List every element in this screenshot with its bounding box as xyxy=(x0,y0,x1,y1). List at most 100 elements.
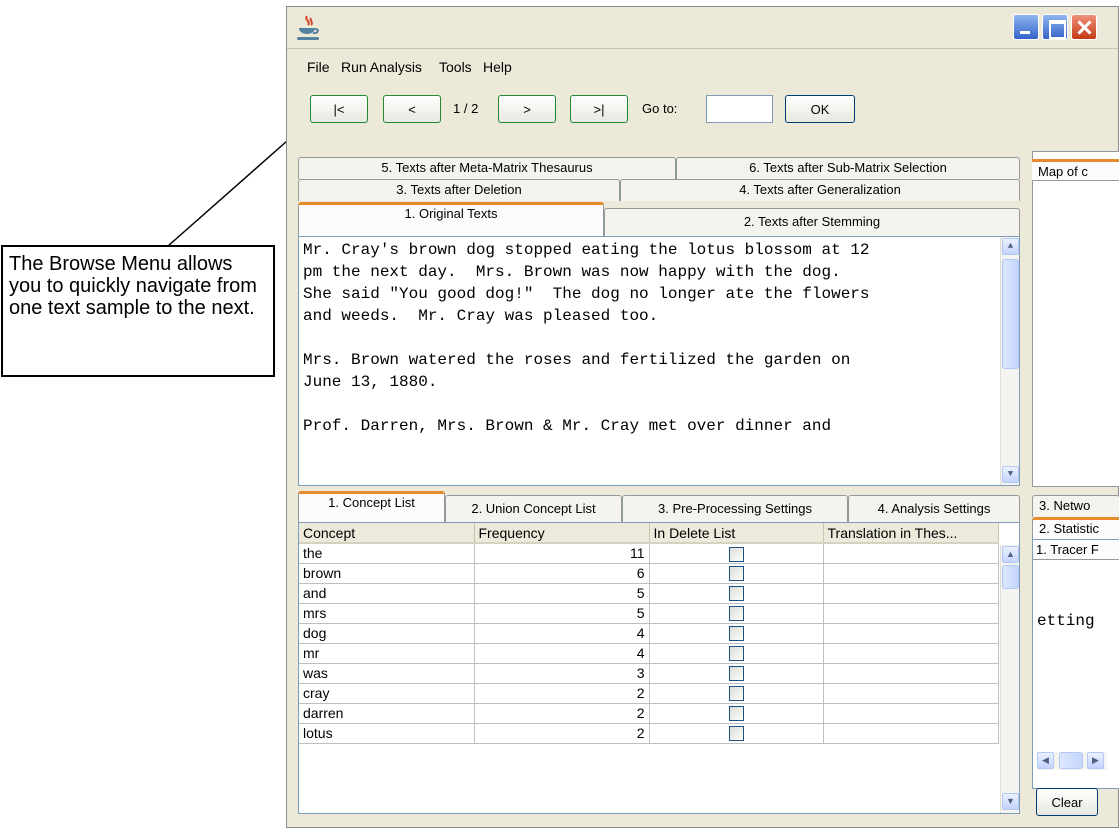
translation-cell[interactable] xyxy=(823,583,999,604)
text-line xyxy=(303,393,1019,415)
concept-table: Concept Frequency In Delete List Transla… xyxy=(299,523,999,744)
tab-network[interactable]: 3. Netwo xyxy=(1032,495,1119,517)
text-tab-row-1: 5. Texts after Meta-Matrix Thesaurus 6. … xyxy=(298,157,1020,179)
delete-checkbox[interactable] xyxy=(728,626,744,642)
original-text-area[interactable]: Mr. Cray's brown dog stopped eating the … xyxy=(298,236,1020,486)
scroll-up-icon[interactable]: ▲ xyxy=(1002,238,1019,255)
delete-checkbox[interactable] xyxy=(728,546,744,562)
concept-cell: cray xyxy=(299,683,475,704)
delete-checkbox[interactable] xyxy=(728,666,744,682)
goto-input[interactable] xyxy=(706,95,773,123)
tab-pre-processing-settings[interactable]: 3. Pre-Processing Settings xyxy=(622,495,848,522)
delete-checkbox-cell xyxy=(649,583,824,604)
last-page-button[interactable]: >| xyxy=(570,95,628,123)
tab-analysis-settings[interactable]: 4. Analysis Settings xyxy=(848,495,1020,522)
delete-checkbox[interactable] xyxy=(728,726,744,742)
scroll-down-icon[interactable]: ▼ xyxy=(1002,793,1019,810)
column-header-translation[interactable]: Translation in Thes... xyxy=(823,523,999,544)
table-row[interactable]: cray 2 xyxy=(299,683,999,704)
concept-cell: lotus xyxy=(299,723,475,744)
translation-cell[interactable] xyxy=(823,703,999,724)
concept-cell: dog xyxy=(299,623,475,644)
menu-file[interactable]: File xyxy=(307,59,330,75)
previous-page-button[interactable]: < xyxy=(383,95,441,123)
delete-checkbox-cell xyxy=(649,623,824,644)
table-row[interactable]: brown 6 xyxy=(299,563,999,584)
delete-checkbox[interactable] xyxy=(728,586,744,602)
tracer-horizontal-scrollbar[interactable]: ◀ ▶ xyxy=(1037,752,1107,770)
tab-texts-after-generalization[interactable]: 4. Texts after Generalization xyxy=(620,179,1020,201)
tracer-text: etting xyxy=(1037,612,1095,630)
tab-meta-matrix-thesaurus[interactable]: 5. Texts after Meta-Matrix Thesaurus xyxy=(298,157,676,179)
page-indicator: 1 / 2 xyxy=(453,101,479,116)
tab-texts-after-deletion[interactable]: 3. Texts after Deletion xyxy=(298,179,620,201)
scroll-thumb[interactable] xyxy=(1002,259,1019,369)
tab-map[interactable]: Map of c xyxy=(1032,159,1119,181)
translation-cell[interactable] xyxy=(823,683,999,704)
table-row[interactable]: darren 2 xyxy=(299,703,999,724)
scroll-thumb[interactable] xyxy=(1002,565,1019,589)
table-row[interactable]: was 3 xyxy=(299,663,999,684)
translation-cell[interactable] xyxy=(823,723,999,744)
table-row[interactable]: lotus 2 xyxy=(299,723,999,744)
frequency-cell: 2 xyxy=(474,683,650,704)
concept-table-container: Concept Frequency In Delete List Transla… xyxy=(298,522,1020,814)
frequency-cell: 6 xyxy=(474,563,650,584)
text-tab-row-3: 1. Original Texts 2. Texts after Stemmin… xyxy=(298,202,1020,236)
tab-sub-matrix-selection[interactable]: 6. Texts after Sub-Matrix Selection xyxy=(676,157,1020,179)
clear-button[interactable]: Clear xyxy=(1036,788,1098,816)
table-row[interactable]: mrs 5 xyxy=(299,603,999,624)
tab-texts-after-stemming[interactable]: 2. Texts after Stemming xyxy=(604,208,1020,236)
delete-checkbox-cell xyxy=(649,643,824,664)
table-row[interactable]: and 5 xyxy=(299,583,999,604)
delete-checkbox[interactable] xyxy=(728,606,744,622)
tracer-panel: 1. Tracer F etting ◀ ▶ xyxy=(1032,539,1119,789)
minimize-button[interactable] xyxy=(1013,14,1039,40)
delete-checkbox-cell xyxy=(649,563,824,584)
translation-cell[interactable] xyxy=(823,603,999,624)
scroll-left-icon[interactable]: ◀ xyxy=(1037,752,1054,769)
goto-ok-button[interactable]: OK xyxy=(785,95,855,123)
column-header-concept[interactable]: Concept xyxy=(299,523,475,544)
translation-cell[interactable] xyxy=(823,563,999,584)
column-header-in-delete-list[interactable]: In Delete List xyxy=(649,523,824,544)
table-row[interactable]: mr 4 xyxy=(299,643,999,664)
lower-tab-row: 1. Concept List 2. Union Concept List 3.… xyxy=(298,491,1020,522)
frequency-cell: 4 xyxy=(474,623,650,644)
menu-help[interactable]: Help xyxy=(483,59,512,75)
delete-checkbox[interactable] xyxy=(728,646,744,662)
tab-concept-list[interactable]: 1. Concept List xyxy=(298,491,445,522)
translation-cell[interactable] xyxy=(823,643,999,664)
maximize-button[interactable] xyxy=(1042,14,1068,40)
scroll-down-icon[interactable]: ▼ xyxy=(1002,466,1019,483)
column-header-frequency[interactable]: Frequency xyxy=(474,523,650,544)
translation-cell[interactable] xyxy=(823,623,999,644)
text-line: Mr. Cray's brown dog stopped eating the … xyxy=(303,241,870,259)
delete-checkbox[interactable] xyxy=(728,566,744,582)
frequency-cell: 4 xyxy=(474,643,650,664)
scroll-up-icon[interactable]: ▲ xyxy=(1002,546,1019,563)
menu-tools[interactable]: Tools xyxy=(439,59,472,75)
tab-statistics[interactable]: 2. Statistic xyxy=(1032,517,1119,539)
callout-text: The Browse Menu allows you to quickly na… xyxy=(9,253,257,319)
translation-cell[interactable] xyxy=(823,663,999,684)
text-vertical-scrollbar[interactable]: ▲ ▼ xyxy=(1000,237,1019,485)
scroll-thumb[interactable] xyxy=(1059,752,1083,769)
text-line: Prof. Darren, Mrs. Brown & Mr. Cray met … xyxy=(303,417,832,435)
menu-run-analysis[interactable]: Run Analysis xyxy=(341,59,422,75)
tab-original-texts[interactable]: 1. Original Texts xyxy=(298,202,604,236)
scroll-right-icon[interactable]: ▶ xyxy=(1087,752,1104,769)
table-vertical-scrollbar[interactable]: ▲ ▼ xyxy=(1000,545,1019,813)
table-row[interactable]: the 11 xyxy=(299,543,999,564)
table-row[interactable]: dog 4 xyxy=(299,623,999,644)
java-cup-icon xyxy=(297,15,319,40)
delete-checkbox[interactable] xyxy=(728,706,744,722)
tab-union-concept-list[interactable]: 2. Union Concept List xyxy=(445,495,622,522)
tab-tracer[interactable]: 1. Tracer F xyxy=(1033,540,1119,560)
first-page-button[interactable]: |< xyxy=(310,95,368,123)
translation-cell[interactable] xyxy=(823,543,999,564)
delete-checkbox[interactable] xyxy=(728,686,744,702)
text-line: and weeds. Mr. Cray was pleased too. xyxy=(303,307,659,325)
close-button[interactable] xyxy=(1071,14,1097,40)
next-page-button[interactable]: > xyxy=(498,95,556,123)
